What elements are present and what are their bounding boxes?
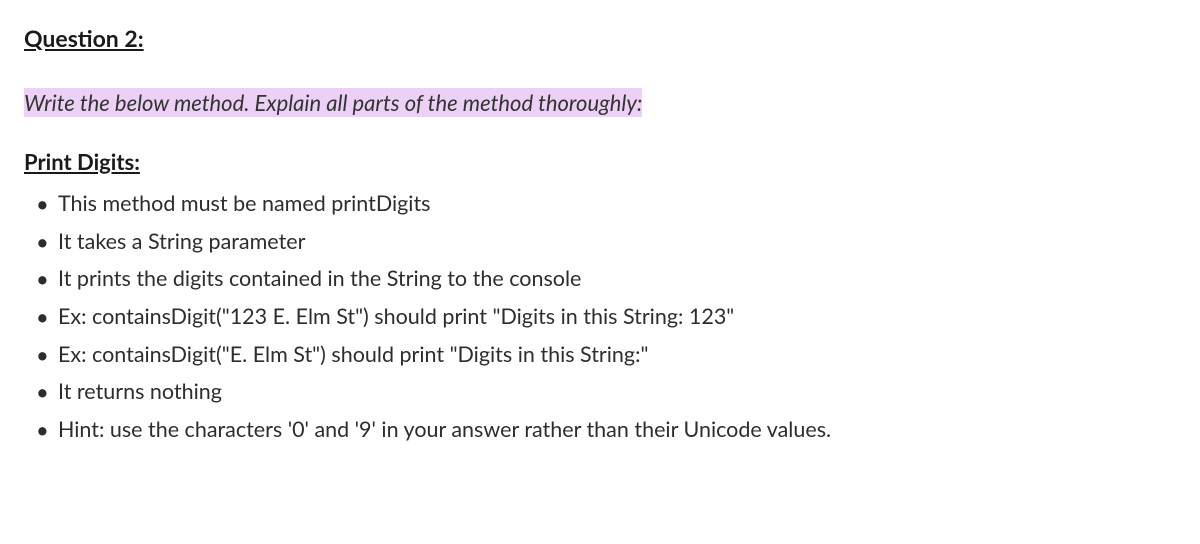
list-item: Ex: containsDigit("123 E. Elm St") shoul… <box>30 298 1176 336</box>
list-item: It takes a String parameter <box>30 223 1176 261</box>
section-title: Print Digits: <box>24 144 1176 179</box>
list-item: It prints the digits contained in the St… <box>30 260 1176 298</box>
list-item: This method must be named printDigits <box>30 185 1176 223</box>
instruction-wrapper: Write the below method. Explain all part… <box>24 85 1176 120</box>
list-item: Ex: containsDigit("E. Elm St") should pr… <box>30 336 1176 374</box>
question-title: Question 2: <box>24 20 1176 57</box>
bullet-list: This method must be named printDigits It… <box>24 185 1176 448</box>
list-item: Hint: use the characters '0' and '9' in … <box>30 411 1176 449</box>
instruction-text: Write the below method. Explain all part… <box>24 88 642 117</box>
list-item: It returns nothing <box>30 373 1176 411</box>
